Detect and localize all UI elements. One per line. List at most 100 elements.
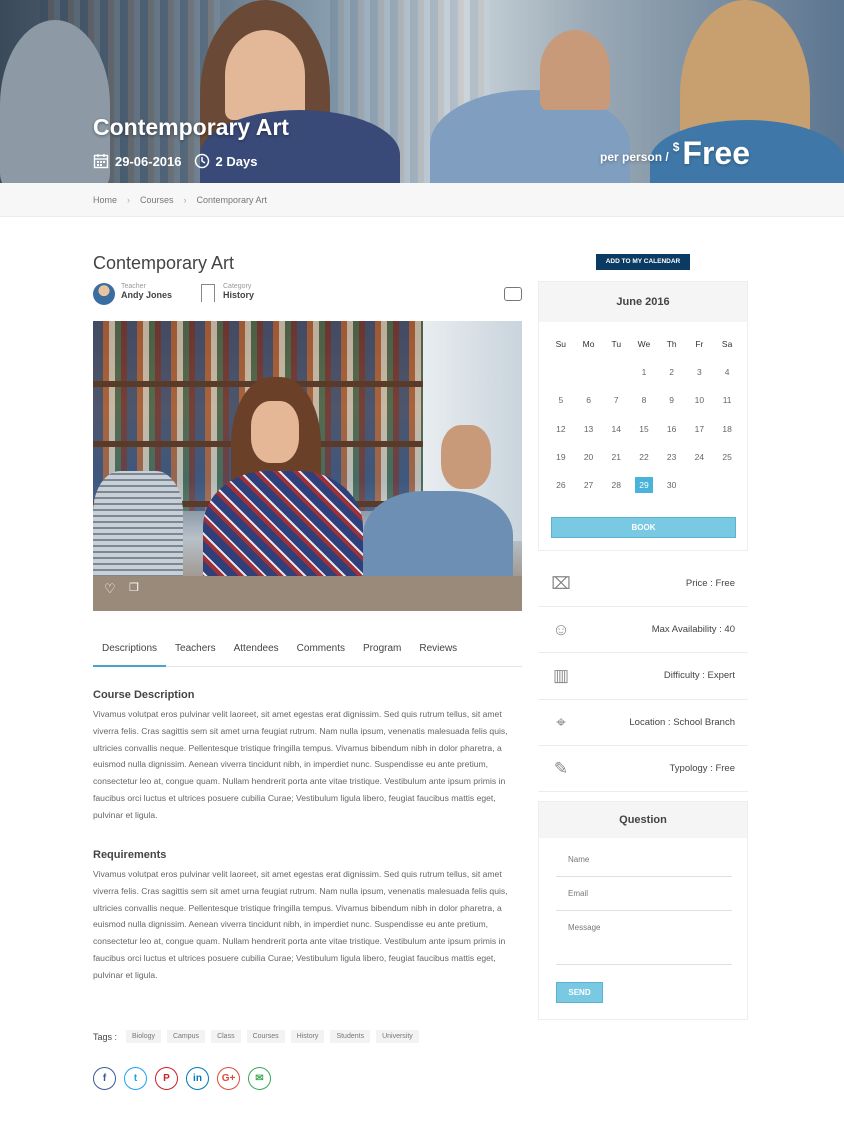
calendar-cell: 15 bbox=[630, 415, 658, 443]
info-row: ▥ Difficulty : Expert bbox=[538, 653, 748, 700]
calendar-day[interactable]: 27 bbox=[584, 480, 593, 490]
calendar-day[interactable]: 25 bbox=[722, 452, 731, 462]
calendar-cell: 29 bbox=[630, 471, 658, 499]
book-button[interactable]: BOOK bbox=[551, 517, 736, 538]
calendar-cell: 12 bbox=[547, 415, 575, 443]
calendar-day[interactable]: 9 bbox=[669, 395, 674, 405]
tab-reviews[interactable]: Reviews bbox=[410, 640, 466, 667]
email-field[interactable]: Email bbox=[556, 889, 732, 911]
tag-class[interactable]: Class bbox=[211, 1030, 241, 1043]
googleplus-icon[interactable]: G+ bbox=[217, 1067, 240, 1090]
teacher-avatar[interactable] bbox=[93, 283, 115, 305]
calendar-day[interactable]: 24 bbox=[695, 452, 704, 462]
calendar-cell: 7 bbox=[602, 386, 630, 414]
calendar-day[interactable]: 6 bbox=[586, 395, 591, 405]
calendar-day[interactable]: 11 bbox=[723, 395, 732, 405]
gallery-icon[interactable]: ❐ bbox=[129, 581, 139, 594]
calendar-day-selected[interactable]: 29 bbox=[634, 477, 653, 494]
course-tabs: Descriptions Teachers Attendees Comments… bbox=[93, 640, 522, 667]
tag-campus[interactable]: Campus bbox=[166, 1030, 206, 1043]
breadcrumb-home[interactable]: Home bbox=[93, 195, 117, 205]
send-button[interactable]: SEND bbox=[556, 982, 603, 1003]
tag-icon: ✎ bbox=[553, 758, 569, 778]
calendar-day[interactable]: 19 bbox=[556, 452, 565, 462]
course-image-desk bbox=[93, 576, 522, 611]
tab-comments[interactable]: Comments bbox=[288, 640, 354, 667]
calendar-cell: 30 bbox=[658, 471, 686, 499]
calendar-day[interactable]: 21 bbox=[612, 452, 621, 462]
calendar-cell: 11 bbox=[713, 386, 741, 414]
info-row: ⌧ Price : Free bbox=[538, 561, 748, 608]
calendar-cell: 18 bbox=[713, 415, 741, 443]
calendar-day[interactable]: 13 bbox=[584, 424, 593, 434]
calendar-day[interactable]: 4 bbox=[725, 367, 730, 377]
category-name[interactable]: History bbox=[223, 290, 254, 300]
message-field[interactable]: Message bbox=[556, 923, 732, 965]
calendar-day[interactable]: 20 bbox=[584, 452, 593, 462]
course-image-student bbox=[441, 425, 491, 489]
calendar-day[interactable]: 16 bbox=[667, 424, 676, 434]
teacher-name[interactable]: Andy Jones bbox=[121, 290, 172, 300]
tag-list: Tags : Biology Campus Class Courses Hist… bbox=[93, 1030, 419, 1043]
tag-biology[interactable]: Biology bbox=[126, 1030, 161, 1043]
calendar-day[interactable]: 28 bbox=[612, 480, 621, 490]
tab-teachers[interactable]: Teachers bbox=[166, 640, 225, 667]
description-heading: Course Description bbox=[93, 689, 195, 701]
info-text: Price : Free bbox=[685, 578, 735, 589]
tags-label: Tags : bbox=[93, 1031, 118, 1042]
breadcrumb: Home › Courses › Contemporary Art bbox=[0, 183, 844, 217]
calendar-day[interactable]: 5 bbox=[558, 395, 563, 405]
breadcrumb-separator-icon: › bbox=[183, 195, 187, 205]
calendar-day[interactable]: 10 bbox=[695, 395, 704, 405]
calendar-day[interactable]: 23 bbox=[667, 452, 676, 462]
calendar-day[interactable]: 7 bbox=[614, 395, 619, 405]
facebook-icon[interactable]: f bbox=[93, 1067, 116, 1090]
calendar-cell: 3 bbox=[686, 358, 714, 386]
hero-person bbox=[225, 30, 305, 120]
calendar-cell bbox=[602, 358, 630, 386]
calendar-cell bbox=[575, 358, 603, 386]
tab-program[interactable]: Program bbox=[354, 640, 410, 667]
tag-university[interactable]: University bbox=[376, 1030, 419, 1043]
email-icon[interactable]: ✉ bbox=[248, 1067, 271, 1090]
calendar-day[interactable]: 2 bbox=[669, 367, 674, 377]
hero-meta: 29-06-2016 2 Days bbox=[93, 153, 257, 169]
calendar-day[interactable]: 3 bbox=[697, 367, 702, 377]
info-text: Max Availability : 40 bbox=[651, 624, 735, 636]
heart-icon[interactable]: ♡ bbox=[104, 581, 116, 597]
calendar-day[interactable]: 22 bbox=[639, 452, 648, 462]
calendar-day[interactable]: 15 bbox=[639, 424, 648, 434]
weekday-label: Th bbox=[666, 339, 677, 350]
tag-courses[interactable]: Courses bbox=[246, 1030, 285, 1043]
print-icon[interactable] bbox=[504, 287, 522, 301]
calendar-cell: 8 bbox=[630, 386, 658, 414]
calendar-day[interactable]: 8 bbox=[642, 395, 647, 405]
calendar-day[interactable]: 17 bbox=[695, 424, 704, 434]
calendar-cell: 24 bbox=[686, 443, 714, 471]
hero-price: per person / $ Free bbox=[600, 136, 750, 170]
calendar-day[interactable]: 26 bbox=[556, 480, 565, 490]
course-image: ♡ ❐ bbox=[93, 321, 522, 611]
calendar-day[interactable]: 14 bbox=[612, 424, 621, 434]
calendar-widget: June 2016 Su Mo Tu We Th Fr Sa 1 2 3 4 5 6 7 8 9 10 11 12… bbox=[538, 281, 748, 551]
currency-symbol: $ bbox=[672, 140, 680, 154]
add-to-calendar-button[interactable]: ADD TO MY CALENDAR bbox=[596, 254, 690, 270]
calendar-day[interactable]: 30 bbox=[667, 480, 676, 490]
calendar-cell: 28 bbox=[602, 471, 630, 499]
weekday-label: Fr bbox=[695, 339, 704, 350]
linkedin-icon[interactable]: in bbox=[186, 1067, 209, 1090]
calendar-day[interactable]: 12 bbox=[556, 424, 565, 434]
tag-students[interactable]: Students bbox=[330, 1030, 371, 1043]
tab-descriptions[interactable]: Descriptions bbox=[93, 640, 167, 667]
twitter-icon[interactable]: t bbox=[124, 1067, 147, 1090]
calendar-day[interactable]: 1 bbox=[642, 367, 647, 377]
clock-icon bbox=[194, 153, 209, 169]
calendar-day[interactable]: 18 bbox=[722, 424, 731, 434]
users-icon: ☺ bbox=[552, 620, 570, 640]
tag-history[interactable]: History bbox=[290, 1030, 325, 1043]
breadcrumb-courses[interactable]: Courses bbox=[140, 195, 174, 205]
name-field[interactable]: Name bbox=[556, 855, 732, 877]
tab-attendees[interactable]: Attendees bbox=[225, 640, 288, 667]
pinterest-icon[interactable]: P bbox=[155, 1067, 178, 1090]
category-label: Category bbox=[223, 283, 252, 290]
